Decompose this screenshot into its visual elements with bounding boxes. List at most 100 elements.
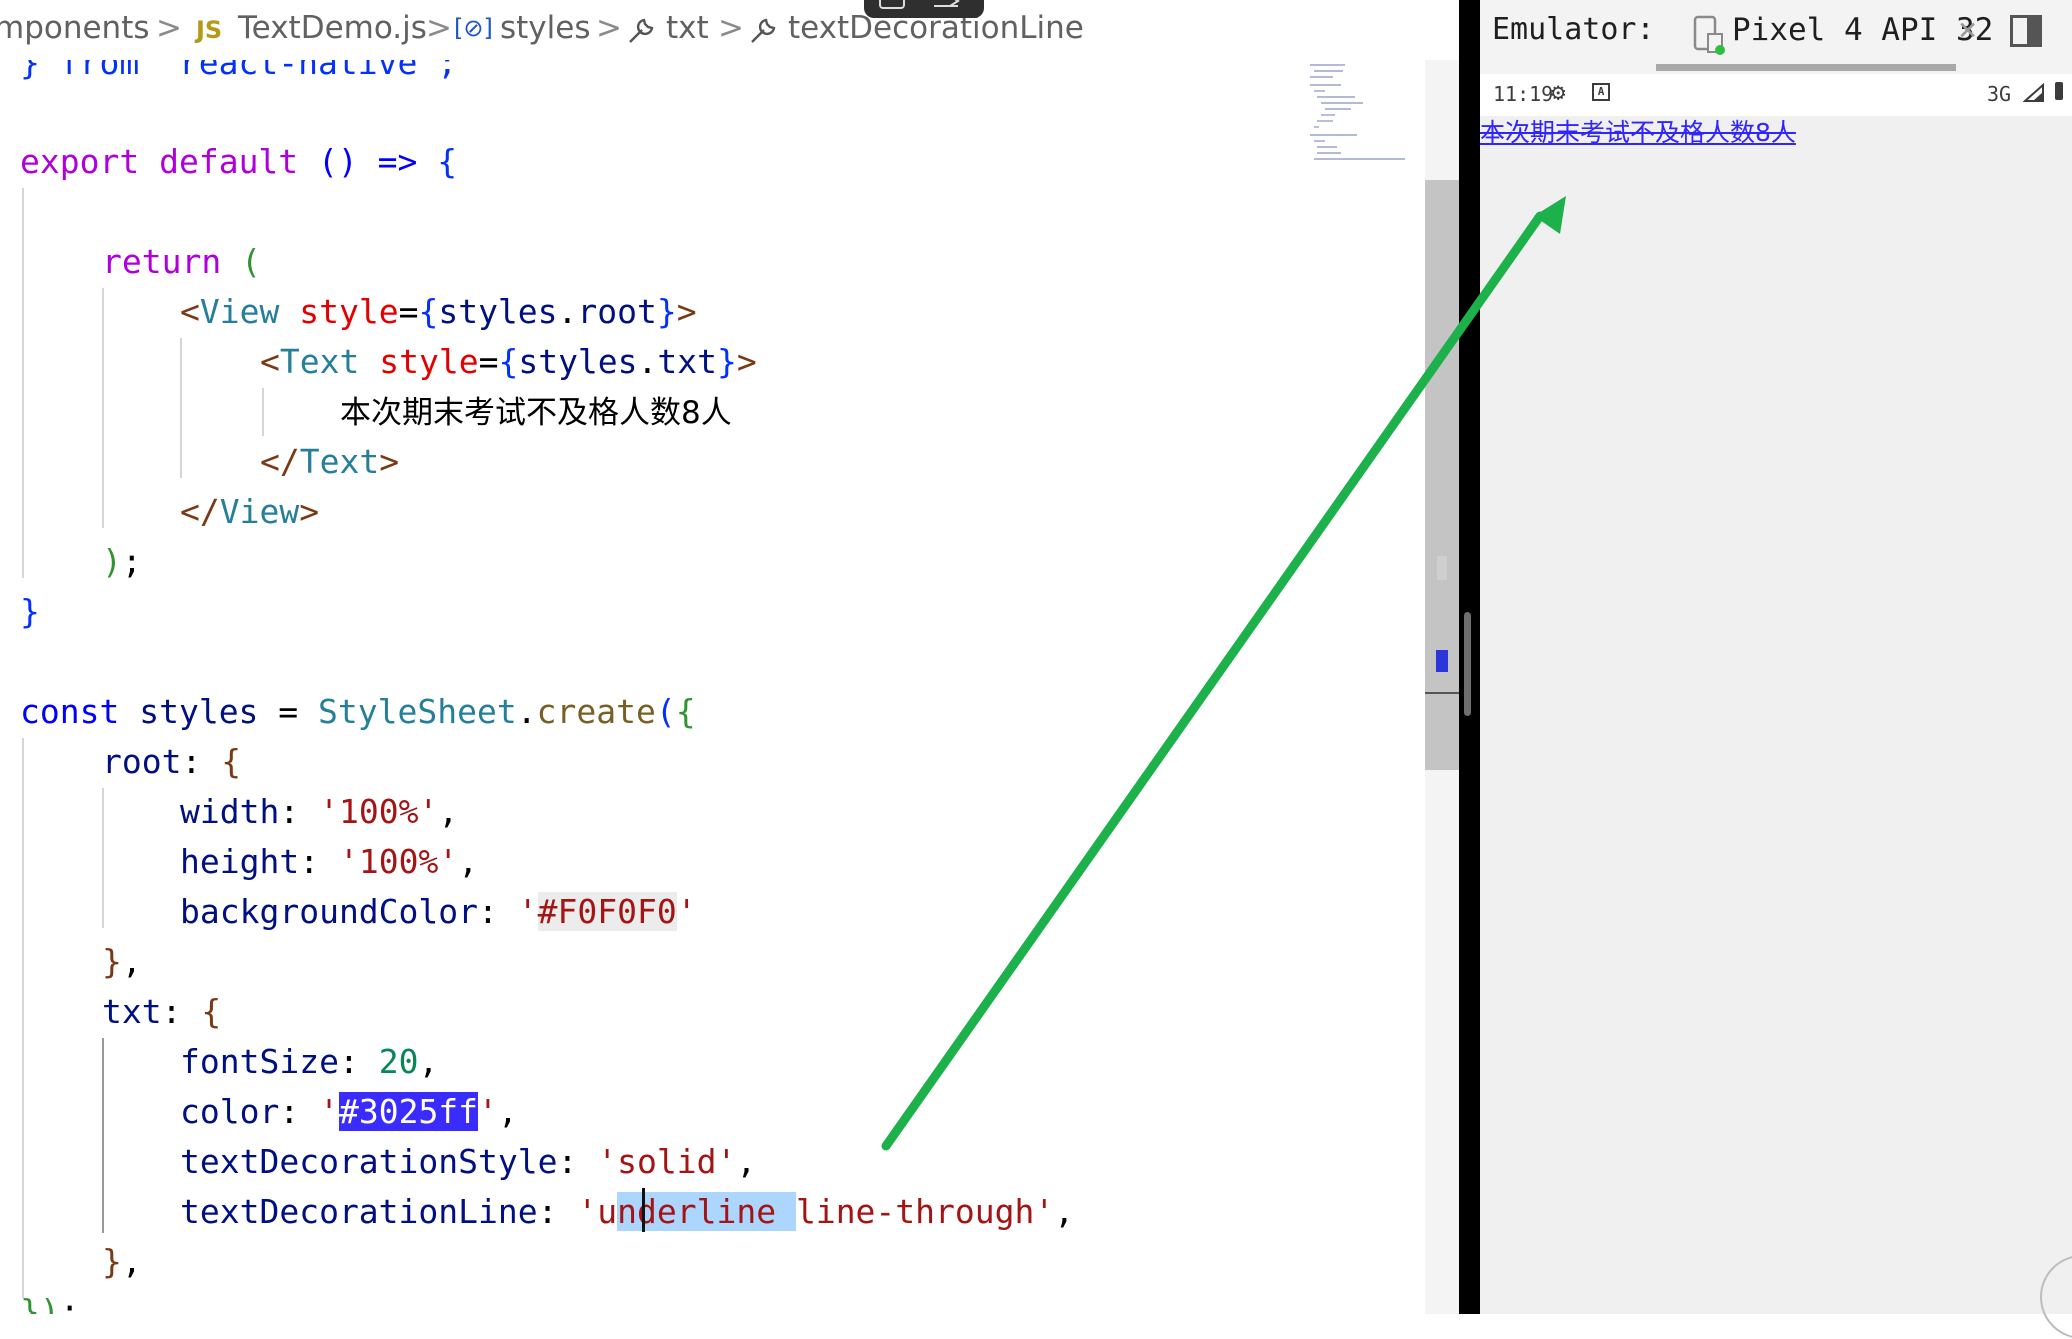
scrollbar-selection-marker <box>1436 650 1448 672</box>
code-token: txt <box>657 342 718 381</box>
code-line-height[interactable]: height: '100%', <box>180 837 478 887</box>
code-line-text-close[interactable]: </Text> <box>260 437 399 487</box>
code-token: : <box>557 1142 598 1181</box>
code-token: < <box>180 292 200 331</box>
code-token: color <box>180 1092 280 1131</box>
close-icon[interactable]: × <box>1958 10 1977 48</box>
code-token: ; <box>59 1292 80 1314</box>
code-token: height <box>180 842 300 881</box>
selected-text: n <box>617 1192 637 1231</box>
minimap[interactable] <box>1305 55 1425 165</box>
code-line-text-content[interactable]: 本次期末考试不及格人数8人 <box>340 387 732 437</box>
indent-guide <box>180 338 182 478</box>
device-icon <box>1693 15 1725 55</box>
code-token: , <box>438 792 459 831</box>
code-line-text-decoration-line[interactable]: textDecorationLine: 'underline line-thro… <box>180 1187 1074 1237</box>
resize-handle[interactable] <box>1464 612 1471 716</box>
app-text-output: 本次期末考试不及格人数8人 <box>1480 118 1796 147</box>
code-token: const <box>20 692 120 731</box>
code-token: create <box>536 692 656 731</box>
code-token: textDecorationLine <box>180 1192 538 1231</box>
code-line-width[interactable]: width: '100%', <box>180 787 458 837</box>
code-token: , <box>458 842 479 881</box>
code-token: Text <box>279 342 360 381</box>
code-token: } <box>717 342 737 381</box>
code-token: > <box>379 442 400 481</box>
panel-toggle-icon[interactable] <box>2010 15 2042 47</box>
code-line-txt[interactable]: txt: { <box>102 987 221 1037</box>
code-token: . <box>637 342 658 381</box>
code-token: export <box>20 142 140 181</box>
code-line-font-size[interactable]: fontSize: 20, <box>180 1037 438 1087</box>
code-token: View <box>199 292 280 331</box>
code-token: </ <box>180 492 220 531</box>
indent-guide <box>262 388 264 436</box>
code-editor[interactable]: } from 'react-native'; export default ()… <box>0 0 1459 1314</box>
code-token: : <box>161 992 202 1031</box>
code-token: View <box>219 492 300 531</box>
code-token: Text <box>299 442 380 481</box>
recording-toolbar[interactable] <box>864 0 984 18</box>
code-token: ' <box>319 1092 339 1131</box>
code-token: : <box>279 792 320 831</box>
breadcrumb-item-file[interactable]: TextDemo.js <box>238 10 427 46</box>
code-line-text-decoration-style[interactable]: textDecorationStyle: 'solid', <box>180 1137 756 1187</box>
code-line-color[interactable]: color: '#3025ff', <box>180 1087 518 1137</box>
code-token: { <box>437 142 458 181</box>
code-token: ' <box>478 1092 498 1131</box>
code-token: . <box>557 292 578 331</box>
code-line-const-styles[interactable]: const styles = StyleSheet.create({ <box>20 687 696 737</box>
code-token: > <box>736 342 757 381</box>
scrollbar-thumb[interactable] <box>1425 180 1459 770</box>
selected-text: derline <box>637 1192 777 1231</box>
code-line-background-color[interactable]: backgroundColor: '#F0F0F0' <box>180 887 697 937</box>
code-line-function-close[interactable]: } <box>20 587 40 637</box>
code-token: '100%' <box>338 842 459 881</box>
active-tab-indicator <box>1656 64 1956 71</box>
code-token: < <box>260 342 280 381</box>
code-token: width <box>180 792 280 831</box>
breadcrumb-item-txt[interactable]: txt <box>666 10 709 46</box>
selected-color-value: #3025ff <box>338 1092 479 1131</box>
wrench-icon <box>629 18 654 43</box>
code-token: = <box>478 342 499 381</box>
code-token: </ <box>260 442 300 481</box>
code-line-root-close[interactable]: }, <box>102 937 142 987</box>
scrollbar-cursor-marker <box>1425 692 1459 694</box>
code-token: = <box>258 692 319 731</box>
wrench-icon <box>751 18 776 43</box>
code-token: { <box>201 992 222 1031</box>
code-token: } <box>20 592 40 631</box>
code-token: return <box>102 242 222 281</box>
code-line-root[interactable]: root: { <box>102 737 241 787</box>
code-token: ' <box>517 892 538 931</box>
code-token: 20 <box>378 1042 419 1081</box>
code-token: , <box>121 942 142 981</box>
code-line-return-close[interactable]: ); <box>102 537 142 587</box>
breadcrumb-item-components[interactable]: mponents <box>0 10 150 46</box>
code-line-view-open[interactable]: <View style={styles.root}> <box>180 287 697 337</box>
code-line-styles-close[interactable]: }); <box>20 1287 80 1314</box>
code-line-text-open[interactable]: <Text style={styles.txt}> <box>260 337 757 387</box>
code-token: } <box>102 942 122 981</box>
toolbar-icons <box>879 0 960 9</box>
code-token: style <box>299 292 399 331</box>
code-token: : <box>279 1092 320 1131</box>
color-value-highlight: #F0F0F0 <box>537 892 677 931</box>
code-line-txt-close[interactable]: }, <box>102 1237 142 1287</box>
code-token: default <box>159 142 299 181</box>
indent-guide <box>22 738 24 1298</box>
code-token: 'u <box>577 1192 618 1231</box>
code-line-view-close[interactable]: </View> <box>180 487 319 537</box>
breadcrumb-item-styles[interactable]: styles <box>500 10 591 46</box>
scrollbar-marker <box>1437 556 1447 580</box>
code-line-export[interactable]: export default () => { <box>20 137 457 187</box>
selected-text <box>776 1192 796 1231</box>
code-token: : <box>537 1192 578 1231</box>
code-token: StyleSheet <box>318 692 517 731</box>
code-token: }) <box>20 1292 60 1314</box>
code-line-return[interactable]: return ( <box>102 237 261 287</box>
code-token: 'solid' <box>597 1142 737 1181</box>
status-time: 11:19 <box>1493 82 1554 106</box>
